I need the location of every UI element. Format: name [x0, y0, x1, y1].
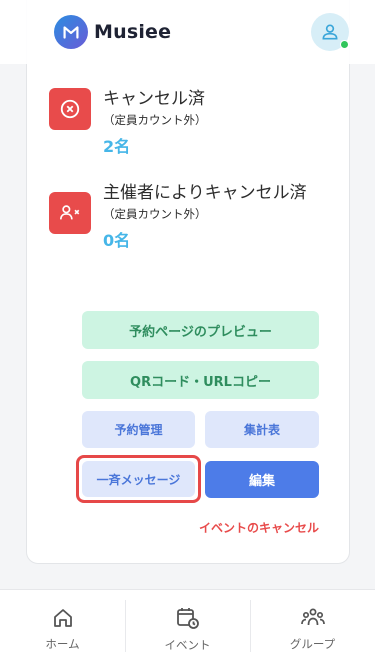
group-icon — [300, 608, 325, 625]
home-icon — [53, 608, 72, 627]
preview-page-button[interactable]: 予約ページのプレビュー — [82, 311, 319, 349]
cancelled-subtitle: （定員カウント外） — [103, 113, 207, 127]
nav-label-group: グループ — [289, 636, 336, 651]
online-status-dot — [340, 40, 349, 49]
event-detail-card: キャンセル済 （定員カウント外） 2名 主催者によりキャンセル済 （定員カウント… — [26, 0, 350, 564]
user-remove-icon — [49, 192, 91, 234]
bottom-navigation: ホーム イベント グループ — [0, 589, 375, 667]
user-avatar[interactable] — [311, 13, 349, 51]
organizer-cancelled-count: 0名 — [103, 231, 131, 250]
cancelled-title: キャンセル済 — [103, 89, 205, 109]
summary-table-button[interactable]: 集計表 — [205, 411, 319, 448]
qr-url-copy-button[interactable]: QRコード・URLコピー — [82, 361, 319, 399]
cancel-event-link[interactable]: イベントのキャンセル — [199, 519, 319, 536]
bulk-message-button[interactable]: 一斉メッセージ — [82, 461, 195, 497]
organizer-cancelled-row: 主催者によりキャンセル済 （定員カウント外） 0名 — [49, 182, 307, 251]
reservation-management-button[interactable]: 予約管理 — [82, 411, 195, 448]
cancelled-row: キャンセル済 （定員カウント外） 2名 — [49, 88, 207, 157]
edit-button[interactable]: 編集 — [205, 461, 319, 498]
user-icon — [322, 24, 338, 40]
x-circle-icon — [49, 88, 91, 130]
nav-item-home[interactable]: ホーム — [0, 590, 125, 667]
app-logo[interactable]: Musiee — [54, 15, 171, 49]
nav-item-event[interactable]: イベント — [125, 590, 250, 667]
app-header: Musiee — [0, 0, 375, 64]
nav-item-group[interactable]: グループ — [250, 590, 375, 667]
app-name: Musiee — [94, 21, 172, 43]
organizer-cancelled-subtitle: （定員カウント外） — [103, 207, 207, 221]
logo-mark-icon — [54, 15, 88, 49]
cancelled-count: 2名 — [103, 137, 131, 156]
calendar-clock-icon — [176, 607, 199, 629]
nav-label-event: イベント — [164, 637, 211, 652]
nav-label-home: ホーム — [45, 636, 80, 651]
organizer-cancelled-title: 主催者によりキャンセル済 — [103, 183, 307, 203]
